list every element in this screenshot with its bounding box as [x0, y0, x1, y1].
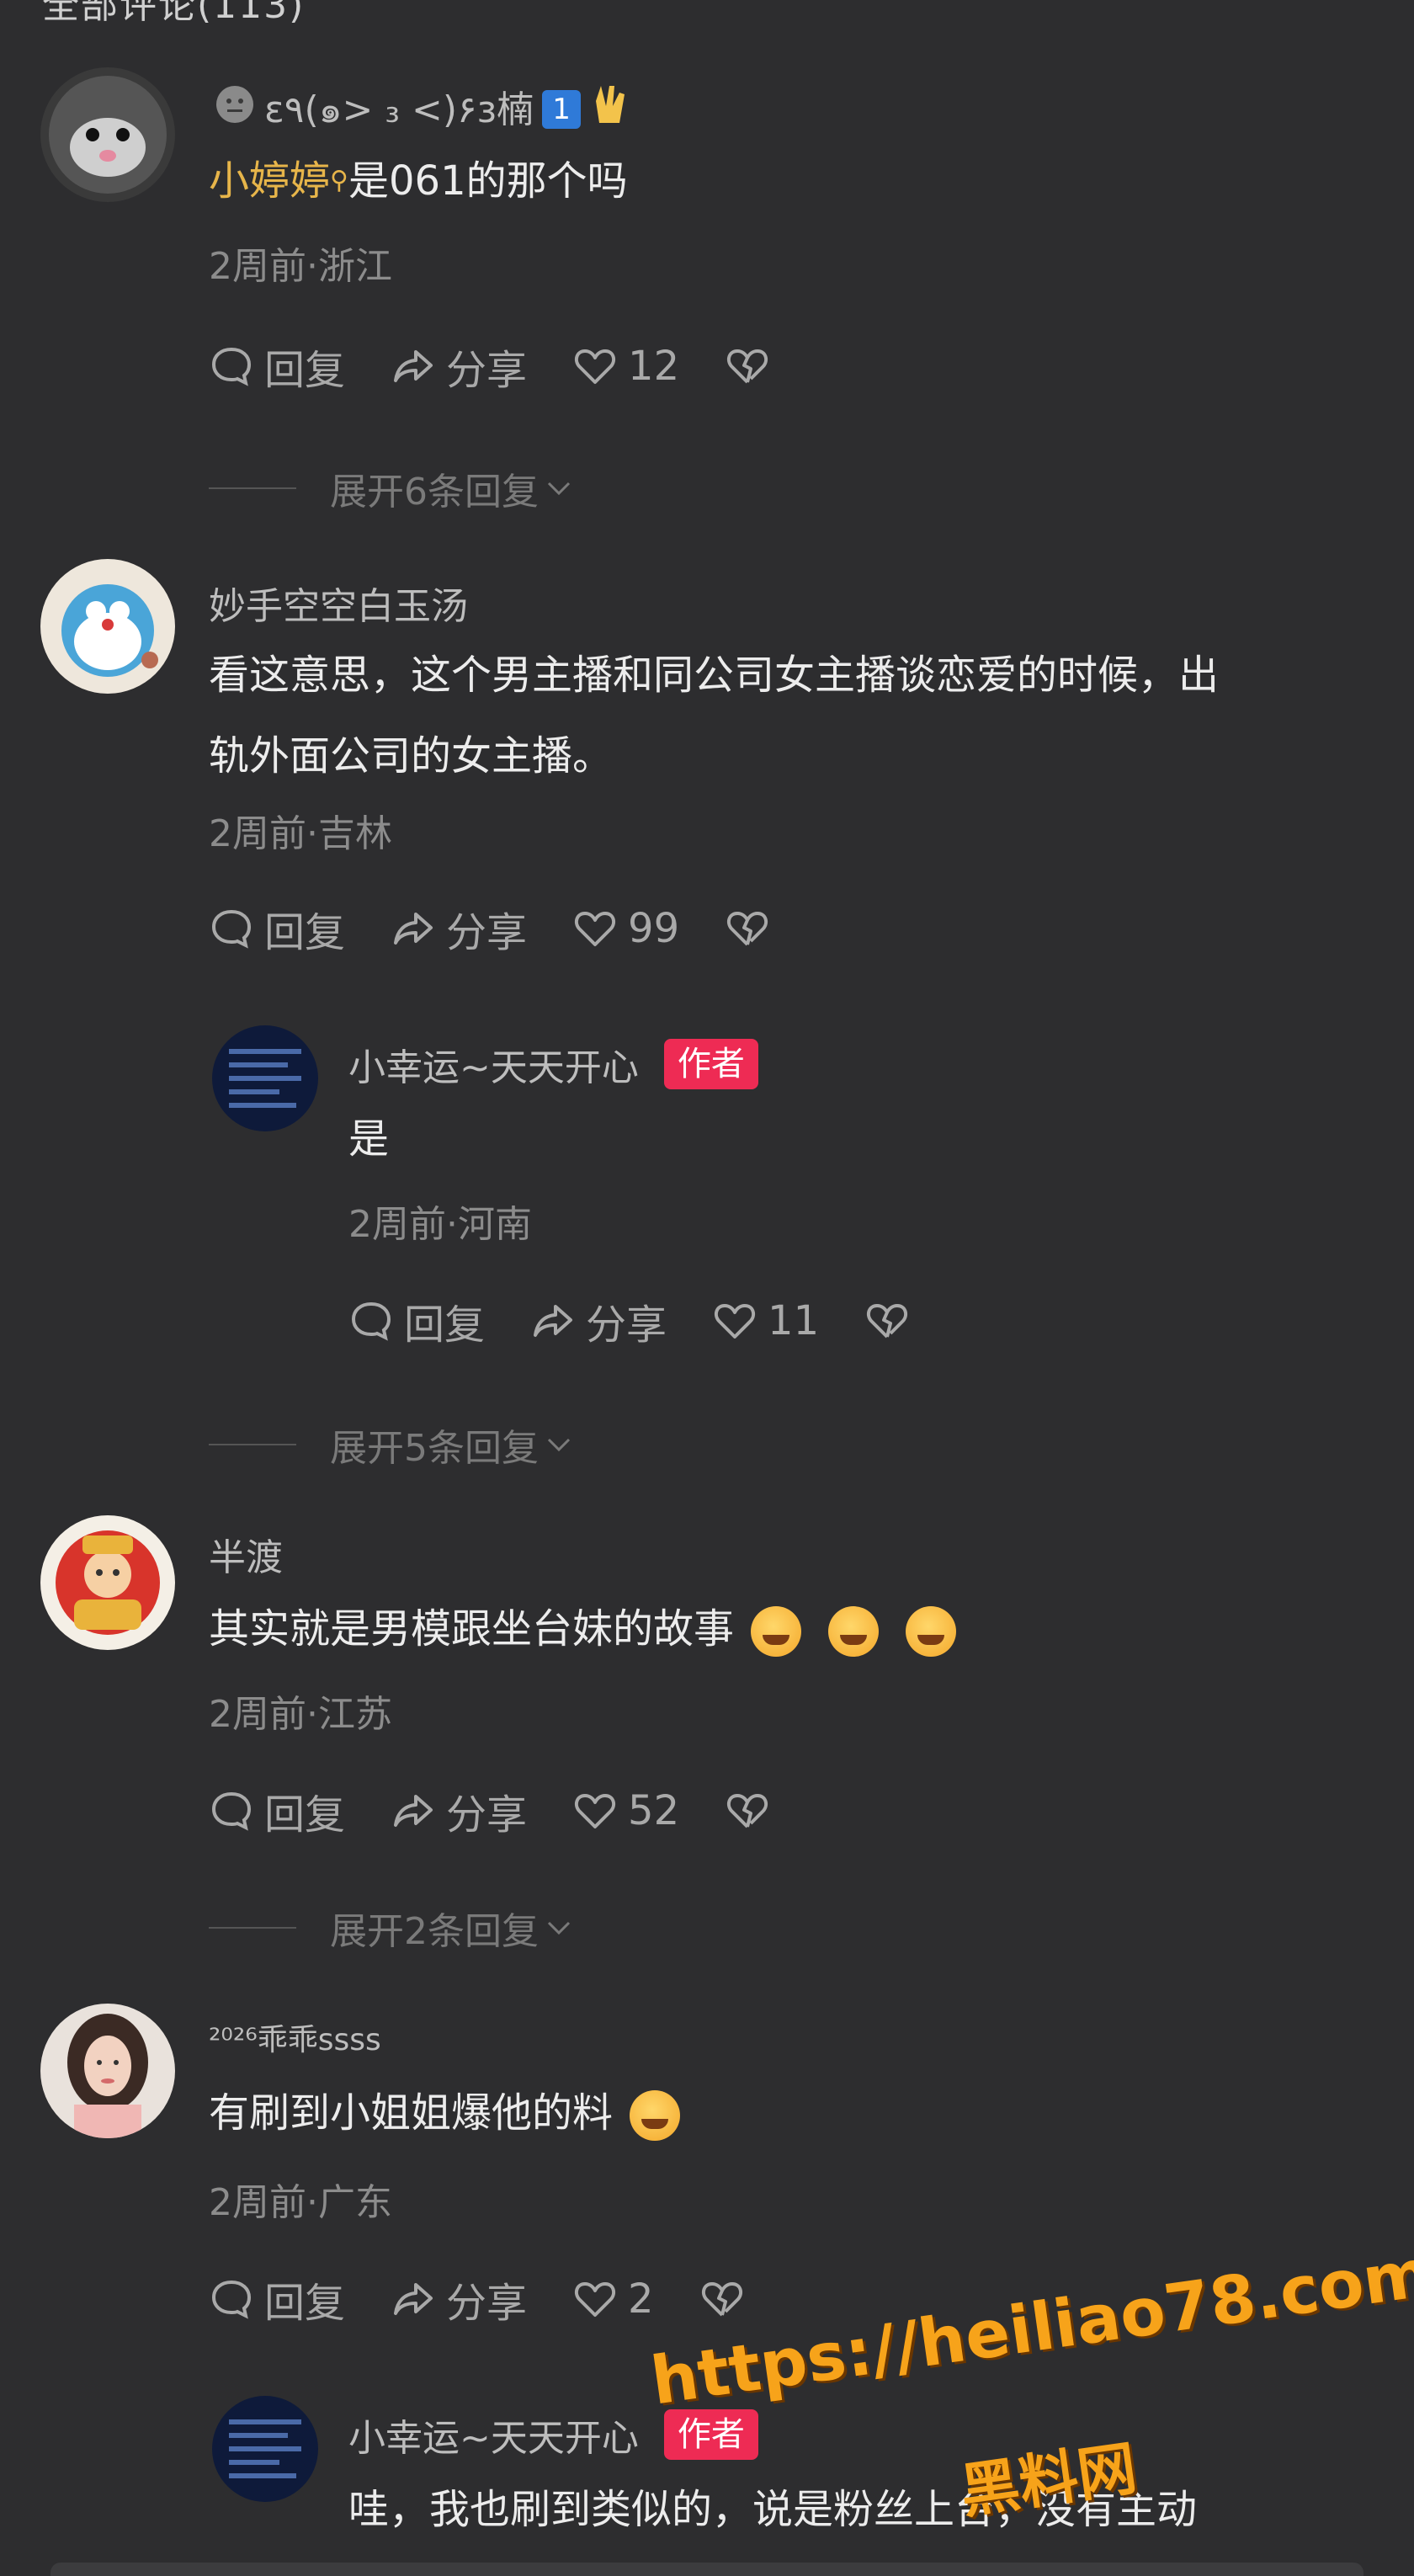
- grinning-face-emoji: [630, 2090, 681, 2141]
- reply-icon: [211, 347, 252, 386]
- comment-username[interactable]: ε٩(๑> ₃ <)۶з楠 1: [214, 79, 631, 139]
- reply-button[interactable]: 回复: [348, 1291, 485, 1350]
- smiley-icon: [214, 83, 256, 135]
- reply-icon: [351, 1301, 391, 1341]
- laughing-tears-emoji: [828, 1606, 880, 1657]
- dislike-button[interactable]: [725, 1788, 770, 1834]
- broken-heart-icon: [727, 349, 768, 384]
- like-button[interactable]: 12: [572, 343, 679, 390]
- reply-icon: [211, 909, 252, 949]
- share-icon: [394, 350, 433, 382]
- share-icon: [394, 2283, 433, 2315]
- expand-replies-button[interactable]: 展开5条回复: [209, 1418, 574, 1472]
- reply-button[interactable]: 回复: [209, 1781, 345, 1840]
- avatar[interactable]: [40, 1515, 175, 1650]
- share-icon: [534, 1305, 573, 1337]
- laughing-tears-emoji: [751, 1606, 802, 1657]
- comment-meta: 2周前·广东: [209, 2181, 392, 2224]
- reply-icon: [211, 2280, 252, 2319]
- like-button[interactable]: 11: [712, 1297, 819, 1344]
- share-button[interactable]: 分享: [530, 1291, 667, 1350]
- share-icon: [394, 913, 433, 945]
- avatar[interactable]: [212, 1025, 318, 1131]
- avatar[interactable]: [40, 67, 175, 202]
- divider-line: [209, 1927, 296, 1929]
- dislike-button[interactable]: [699, 2276, 745, 2322]
- comment-actions: 回复 分享 99: [209, 899, 770, 958]
- reply-button[interactable]: 回复: [209, 2270, 345, 2329]
- laughing-tears-emoji: [906, 1606, 957, 1657]
- chevron-down-icon: [547, 482, 571, 496]
- share-button[interactable]: 分享: [391, 337, 527, 396]
- heart-icon: [574, 2282, 616, 2317]
- broken-heart-icon: [867, 1304, 908, 1339]
- heart-icon: [574, 349, 616, 384]
- author-badge: 作者: [663, 1039, 758, 1089]
- share-button[interactable]: 分享: [391, 2270, 527, 2329]
- avatar[interactable]: [212, 2396, 318, 2502]
- comment-text: 看这意思，这个男主播和同公司女主播谈恋爱的时候，出 轨外面公司的女主播。: [209, 652, 1220, 780]
- reply-username[interactable]: 小幸运~天天开心 作者: [348, 1037, 758, 1091]
- expand-replies-button[interactable]: 展开6条回复: [209, 461, 574, 515]
- comment-actions: 回复 分享 12: [209, 337, 770, 396]
- comment-text: 其实就是男模跟坐台妹的故事: [209, 1599, 1380, 1658]
- divider-line: [209, 487, 296, 489]
- comment-text: 小婷婷⚲是061的那个吗: [209, 157, 628, 205]
- comment-username[interactable]: ²⁰²⁶乖乖ssss: [209, 2015, 381, 2059]
- chevron-down-icon: [547, 1438, 571, 1452]
- number-badge-icon: 1: [542, 89, 582, 129]
- reply-actions: 回复 分享 11: [348, 1291, 910, 1350]
- reply-text: 哇，我也刷到类似的，说是粉丝上台，没有主动: [348, 2486, 1198, 2533]
- heart-icon: [714, 1304, 756, 1339]
- reply-button[interactable]: 回复: [209, 899, 345, 958]
- like-button[interactable]: 52: [572, 1787, 679, 1834]
- watermark-url: https://heiliao78.com: [646, 2235, 1414, 2420]
- expand-replies-button[interactable]: 展开2条回复: [209, 1901, 574, 1955]
- broken-heart-icon: [727, 1794, 768, 1828]
- like-button[interactable]: 2: [572, 2275, 654, 2323]
- comment-username[interactable]: 妙手空空白玉汤: [209, 576, 468, 630]
- dislike-button[interactable]: [864, 1298, 910, 1344]
- reply-icon: [211, 1791, 252, 1831]
- share-button[interactable]: 分享: [391, 1781, 527, 1840]
- comment-meta: 2周前·江苏: [209, 1693, 392, 1736]
- divider-line: [209, 1444, 296, 1445]
- avatar[interactable]: [40, 559, 175, 694]
- mention-user[interactable]: 小婷婷: [209, 157, 330, 205]
- reply-text: 是: [348, 1115, 390, 1163]
- broken-heart-icon: [727, 912, 768, 946]
- share-button[interactable]: 分享: [391, 899, 527, 958]
- comment-actions: 回复 分享 2: [209, 2270, 745, 2329]
- chevron-down-icon: [547, 1921, 571, 1935]
- heart-icon: [574, 912, 616, 946]
- like-button[interactable]: 99: [572, 905, 679, 952]
- reply-meta: 2周前·河南: [348, 1203, 532, 1246]
- victory-hand-icon: [589, 81, 631, 137]
- dislike-button[interactable]: [725, 343, 770, 389]
- comment-meta: 2周前·吉林: [209, 812, 392, 855]
- comment-username[interactable]: 半渡: [209, 1527, 283, 1581]
- share-icon: [394, 1795, 433, 1827]
- reply-button[interactable]: 回复: [209, 337, 345, 396]
- comment-actions: 回复 分享 52: [209, 1781, 770, 1840]
- comment-meta: 2周前·浙江: [209, 245, 392, 288]
- search-icon: ⚲: [330, 166, 348, 195]
- dislike-button[interactable]: [725, 906, 770, 951]
- avatar[interactable]: [40, 2004, 175, 2138]
- comment-count-header: 全部评论(113): [42, 0, 306, 27]
- comment-text: 有刷到小姐姐爆他的料: [209, 2079, 1380, 2147]
- comment-section: 全部评论(113) ε٩(๑> ₃ <)۶з楠 1 小婷婷⚲是061的那个吗 2…: [0, 0, 1414, 2576]
- broken-heart-icon: [701, 2282, 742, 2317]
- bottom-input-bar[interactable]: [50, 2563, 1364, 2576]
- heart-icon: [574, 1794, 616, 1828]
- reply-username[interactable]: 小幸运~天天开心 作者: [348, 2408, 758, 2462]
